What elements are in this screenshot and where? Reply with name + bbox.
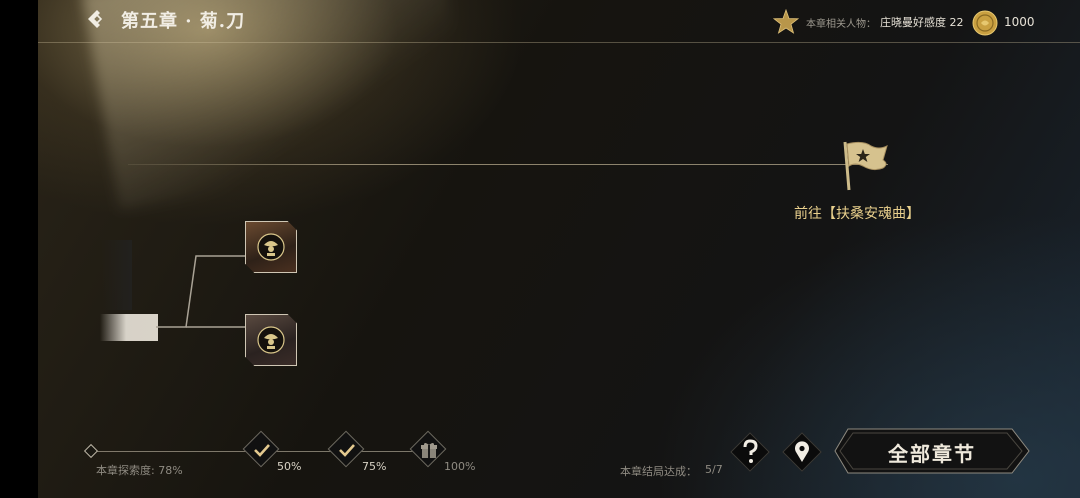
milestone-50-label: 50% (277, 460, 302, 473)
branch-lines (156, 255, 246, 328)
favor-label: 本章相关人物： (806, 19, 876, 30)
map-button[interactable] (782, 432, 822, 472)
route-line (128, 164, 888, 165)
story-node-portrait[interactable] (245, 221, 297, 273)
back-button[interactable] (86, 8, 108, 30)
emblem-icon (257, 326, 285, 354)
exploration-progress-label: 本章探索度: 78% (96, 464, 183, 477)
shadow-decoration (102, 240, 132, 310)
milestone-75-label: 75% (362, 460, 387, 473)
star-icon (772, 8, 800, 35)
header-divider (38, 42, 1080, 43)
start-node[interactable] (100, 314, 158, 341)
all-chapters-button[interactable]: 全部章节 (834, 428, 1030, 474)
endings-label: 本章结局达成： (620, 465, 697, 478)
flag-icon[interactable] (833, 138, 893, 192)
coin-icon (972, 10, 998, 36)
endings-value: 5/7 (705, 463, 723, 476)
story-node-portrait[interactable] (245, 314, 297, 366)
favor-value: 庄晓曼好感度 22 (880, 16, 964, 29)
chapter-title: 第五章 · 菊.刀 (121, 11, 246, 32)
milestone-50-reward[interactable] (242, 430, 280, 468)
check-icon (254, 444, 270, 457)
help-button[interactable] (730, 432, 770, 472)
all-chapters-label: 全部章节 (888, 442, 976, 466)
progress-start-marker (83, 443, 99, 459)
emblem-icon (257, 233, 285, 261)
coin-count: 1000 (1004, 15, 1035, 29)
chapter-map-screen: 第五章 · 菊.刀 本章相关人物： 庄晓曼好感度 22 1000 前往【扶桑安魂… (38, 0, 1080, 498)
milestone-100-reward[interactable] (409, 430, 447, 468)
goal-label[interactable]: 前往【扶桑安魂曲】 (794, 203, 920, 223)
location-pin-icon (795, 441, 809, 462)
question-icon (743, 439, 758, 463)
milestone-100-label: 100% (444, 460, 476, 473)
back-chevron-icon (88, 10, 103, 28)
milestone-75-reward[interactable] (327, 430, 365, 468)
gift-icon (421, 443, 437, 458)
check-icon (339, 444, 355, 457)
